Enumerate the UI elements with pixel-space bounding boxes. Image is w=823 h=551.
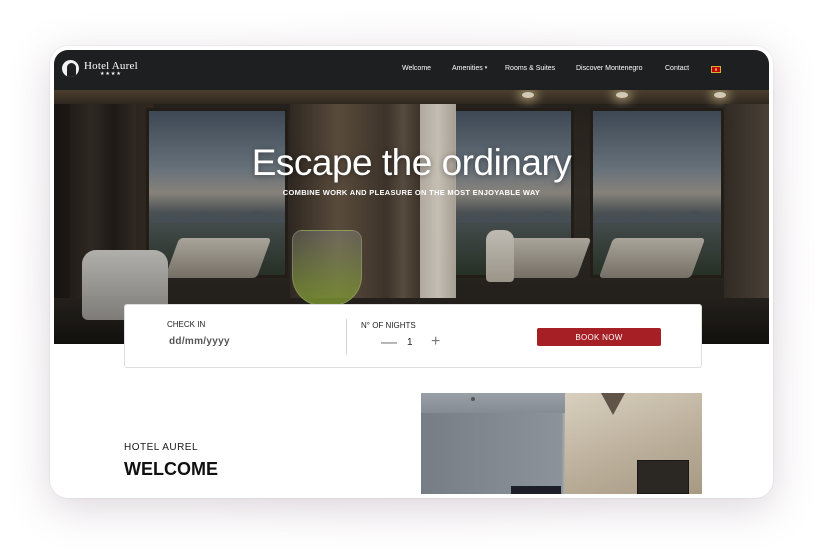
nav-item-amenities[interactable]: Amenities ▾ <box>452 65 487 72</box>
hero-subtitle: COMBINE WORK AND PLEASURE ON THE MOST EN… <box>282 188 541 197</box>
checkin-label: CHECK IN <box>167 320 206 329</box>
website-viewport: Hotel Aurel ★★★★ Welcome Amenities ▾ Room… <box>54 50 769 494</box>
nights-value[interactable]: 1 <box>407 337 413 348</box>
section-heading: WELCOME <box>124 459 218 479</box>
minus-icon[interactable]: — <box>381 335 397 351</box>
monitor-icon <box>511 486 561 494</box>
logo-stars: ★★★★ <box>99 71 122 77</box>
nav-item-discover-montenegro[interactable]: Discover Montenegro <box>576 65 643 72</box>
logo-icon <box>62 60 79 77</box>
booking-widget: CHECK IN dd/mm/yyyy N° OF NIGHTS — 1 + B… <box>124 304 702 368</box>
booking-divider <box>346 319 347 355</box>
chevron-down-icon: ▾ <box>484 65 488 71</box>
top-navbar: Hotel Aurel ★★★★ Welcome Amenities ▾ Room… <box>54 50 769 90</box>
nav-item-welcome[interactable]: Welcome <box>402 65 431 72</box>
logo-text: Hotel Aurel ★★★★ <box>84 60 138 77</box>
section-kicker: HOTEL AUREL <box>124 442 199 453</box>
plus-icon[interactable]: + <box>431 334 440 350</box>
nav-item-rooms-suites[interactable]: Rooms & Suites <box>505 65 555 72</box>
room-photo <box>421 393 702 494</box>
nights-label: N° OF NIGHTS <box>361 321 416 330</box>
hero-title: Escape the ordinary <box>251 142 572 183</box>
ceiling-speaker-icon <box>471 397 475 401</box>
tv-icon <box>637 460 689 494</box>
book-now-button[interactable]: BOOK NOW <box>537 328 661 346</box>
montenegro-flag-icon[interactable] <box>711 66 721 73</box>
hotel-logo[interactable]: Hotel Aurel ★★★★ <box>62 60 138 77</box>
nav-item-contact[interactable]: Contact <box>665 65 689 72</box>
checkin-date-input[interactable]: dd/mm/yyyy <box>169 336 230 347</box>
nav-item-amenities-label: Amenities <box>452 65 483 72</box>
browser-frame: Hotel Aurel ★★★★ Welcome Amenities ▾ Room… <box>50 46 773 498</box>
